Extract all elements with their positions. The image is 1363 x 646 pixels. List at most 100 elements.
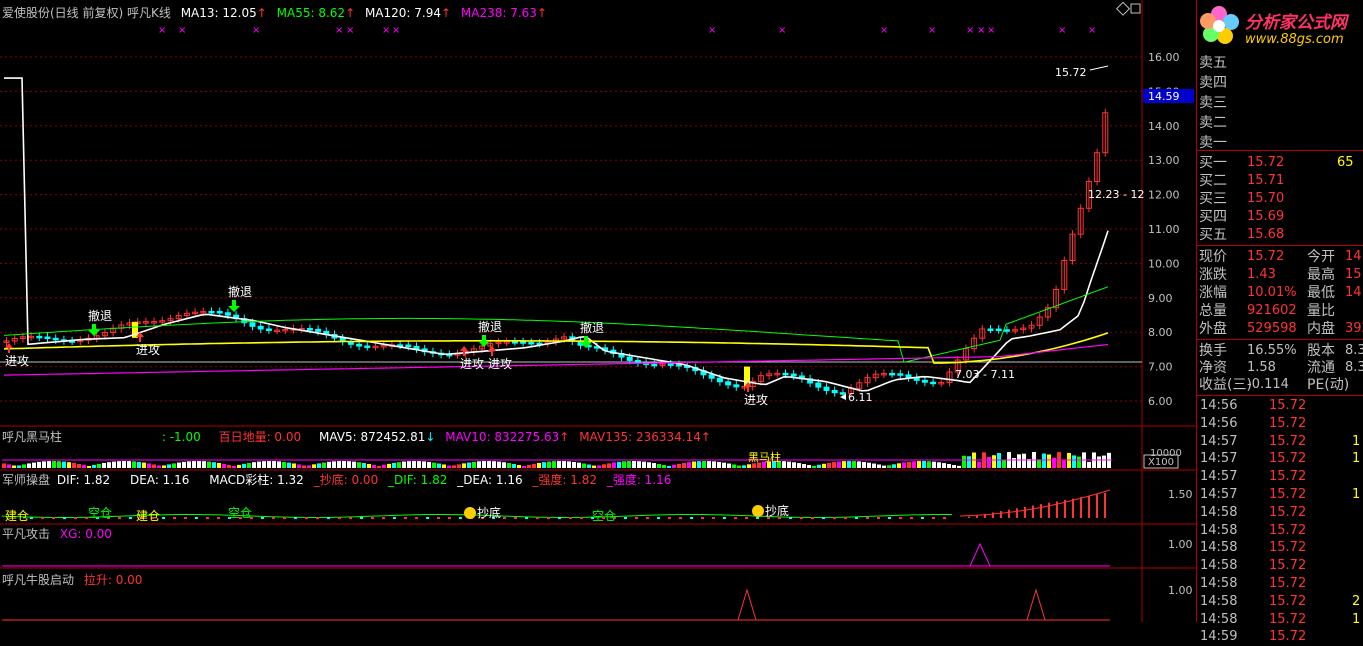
sub3-axis-label: 1.00 [1168, 538, 1193, 551]
quote-value2: 392 [1345, 321, 1363, 336]
trade-row: 14:58 15.72 2 [1197, 593, 1363, 611]
chart-canvas[interactable]: 16.0015.0014.0013.0012.0011.0010.009.008… [0, 0, 1196, 622]
volume-bar [447, 465, 451, 468]
volume-bar [747, 464, 751, 468]
fund-value2: 8.3 [1345, 360, 1363, 375]
trade-price: 15.72 [1269, 433, 1307, 449]
macd-bar [833, 517, 836, 519]
sub2-dea2: _DEA: 1.16 [457, 473, 523, 487]
macd-bar [1000, 511, 1002, 518]
sell-level[interactable]: 卖三 [1197, 94, 1363, 112]
candle-body [708, 374, 715, 379]
buy-level[interactable]: 买四 15.69 [1197, 208, 1363, 226]
divider [1197, 339, 1363, 340]
window-icon[interactable] [1130, 3, 1141, 14]
quote-label: 外盘 [1199, 321, 1227, 337]
buy-level[interactable]: 买五 15.68 [1197, 226, 1363, 244]
volume-bar [12, 465, 16, 468]
volume-bar [1037, 459, 1041, 468]
sub4-name: 呼凡牛股启动 [2, 573, 75, 587]
signal-marker: × [1058, 25, 1066, 36]
candle-body [725, 381, 732, 386]
trade-time: 14:56 [1200, 398, 1238, 413]
quote-value2: 14 [1345, 285, 1362, 300]
kline-chart[interactable]: 16.0015.0014.0013.0012.0011.0010.009.008… [0, 0, 1196, 622]
volume-bar [1062, 460, 1066, 468]
candle-body [897, 373, 904, 376]
sell-level[interactable]: 卖四 [1197, 74, 1363, 92]
macd-bar [536, 517, 539, 519]
volume-bar [647, 462, 651, 468]
volume-bar [907, 461, 911, 468]
volume-bar [872, 463, 876, 468]
volume-bar [997, 453, 1001, 468]
candle-body [315, 328, 322, 332]
volume-bar [562, 461, 566, 468]
buy-price: 15.71 [1247, 173, 1285, 188]
trade-row: 14:58 15.72 [1197, 522, 1363, 540]
volume-bar [897, 463, 901, 468]
volume-bar [222, 463, 226, 468]
trade-price: 15.72 [1269, 415, 1307, 431]
volume-bar [192, 461, 196, 468]
quote-value: 921602 [1247, 303, 1297, 318]
candle-body [257, 325, 264, 330]
volume-bar [317, 463, 321, 468]
volume-bar [592, 465, 596, 468]
volume-bar [262, 461, 266, 468]
sell-label: 卖四 [1199, 75, 1227, 91]
fund-label2: PE(动) [1307, 377, 1350, 393]
volume-bar [812, 465, 816, 468]
trade-price: 15.72 [1269, 451, 1307, 467]
volume-bar [877, 464, 881, 468]
volume-bar [402, 461, 406, 468]
smiley-icon [464, 507, 476, 519]
macd-bar [41, 517, 44, 519]
candle-body [733, 384, 740, 388]
volume-bar [702, 461, 706, 468]
price-tick-label: 14.00 [1148, 120, 1180, 133]
volume-bar [477, 461, 481, 468]
sub2-name: 军师操盘 [2, 473, 51, 487]
volume-bar [197, 461, 201, 468]
buy-level[interactable]: 买一 15.72 65 [1197, 154, 1363, 172]
trade-time: 14:56 [1200, 415, 1238, 431]
price-tick-label: 10.00 [1148, 257, 1180, 270]
trade-time: 14:58 [1200, 593, 1238, 609]
volume-bar [277, 461, 281, 468]
buy-level[interactable]: 买二 15.71 [1197, 172, 1363, 190]
macd-bar [459, 517, 462, 519]
sub2-cd: _抄底: 0.00 [313, 473, 379, 487]
trade-price: 15.72 [1269, 504, 1307, 520]
volume-bar [247, 462, 251, 468]
volume-bar [157, 465, 161, 468]
volume-bar [392, 462, 396, 468]
volume-bar [312, 464, 316, 468]
macd-bar [668, 517, 671, 519]
buy-level[interactable]: 买三 15.70 [1197, 190, 1363, 208]
annotation-leader [1089, 65, 1109, 71]
volume-bar [352, 461, 356, 468]
volume-bar [52, 461, 56, 468]
volume-bar [987, 456, 991, 468]
sell-level[interactable]: 卖五 [1197, 54, 1363, 72]
candle-body [36, 335, 43, 339]
volume-bar [462, 463, 466, 468]
macd-bar [272, 517, 275, 519]
macd-bar [1048, 502, 1050, 518]
volume-bar [617, 461, 621, 468]
volume-bar [597, 465, 601, 468]
quote-value2: 14 [1345, 249, 1362, 264]
candle-body [224, 312, 231, 316]
volume-bar [27, 463, 31, 468]
macd-bar [1080, 497, 1082, 518]
diamond-icon[interactable] [1115, 1, 1131, 16]
sub1-v2: 百日地量: 0.00 [218, 430, 302, 444]
sell-level[interactable]: 卖二 [1197, 114, 1363, 132]
quote-value: 10.01% [1247, 285, 1297, 300]
macd-bar [63, 517, 66, 519]
quote-label2: 最低 [1307, 285, 1335, 301]
trade-time: 14:58 [1200, 558, 1238, 574]
macd-bar [756, 517, 759, 519]
quote-label2: 量比 [1307, 303, 1335, 319]
